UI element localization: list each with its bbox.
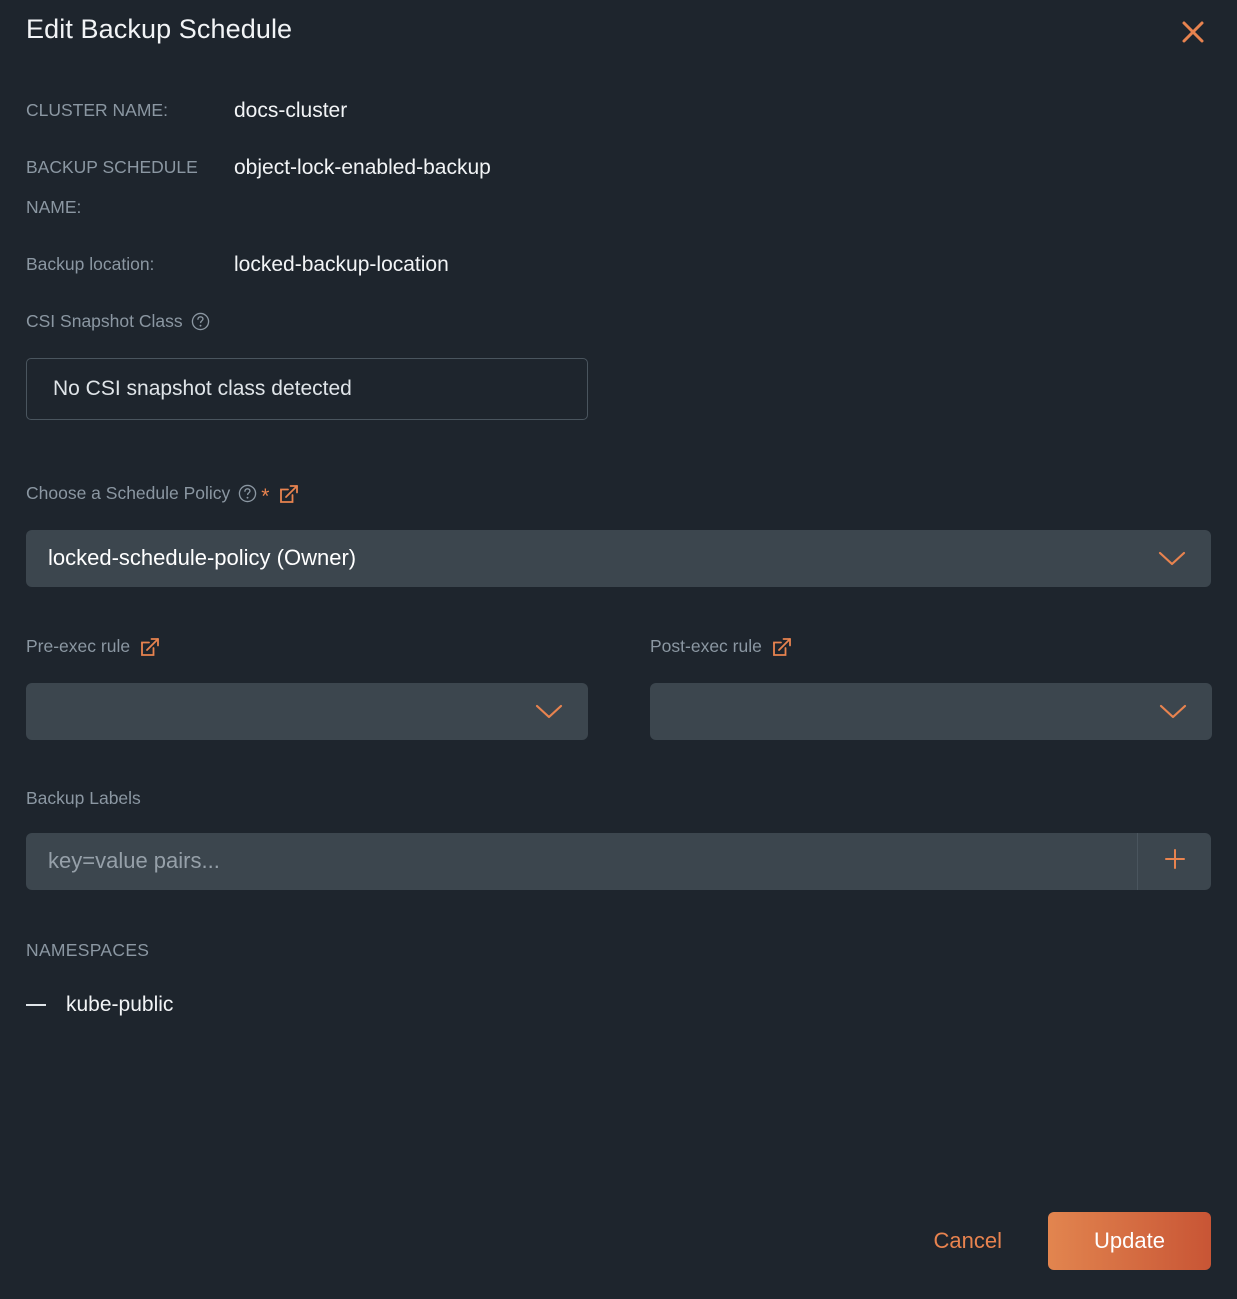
pre-exec-rule-label-text: Pre-exec rule [26, 636, 131, 656]
backup-labels-input[interactable] [26, 832, 1137, 890]
dialog-header: Edit Backup Schedule [26, 0, 1211, 49]
pre-exec-rule-select[interactable] [26, 682, 588, 740]
schedule-policy-select[interactable]: locked-schedule-policy (Owner) [26, 529, 1211, 587]
external-link-icon [277, 482, 301, 506]
schedule-name-label: BACKUP SCHEDULE NAME: [26, 157, 198, 217]
dialog-title: Edit Backup Schedule [26, 14, 293, 44]
schedule-policy-external-link-button[interactable] [277, 482, 301, 506]
backup-labels-input-wrapper [26, 832, 1211, 890]
list-item: kube-public [26, 993, 1211, 1017]
backup-location-row: Backup location: locked-backup-location [26, 245, 1211, 285]
plus-icon [1162, 846, 1188, 872]
backup-labels-label: Backup Labels [26, 788, 1211, 809]
exec-rules-row: Pre-exec rule Post-exec rule [26, 635, 1212, 740]
schedule-name-row: BACKUP SCHEDULE NAME: object-lock-enable… [26, 148, 1211, 227]
chevron-down-icon [532, 700, 566, 722]
cluster-name-value: docs-cluster [234, 99, 348, 122]
post-exec-rule-label: Post-exec rule [650, 635, 1212, 659]
schedule-policy-label-text: Choose a Schedule Policy [26, 483, 231, 503]
schedule-policy-label: Choose a Schedule Policy * [26, 482, 1211, 508]
help-circle-icon[interactable] [238, 484, 257, 503]
cancel-button[interactable]: Cancel [932, 1222, 1004, 1260]
edit-backup-schedule-dialog: Edit Backup Schedule CLUSTER NAME: docs-… [0, 0, 1237, 1299]
namespace-name: kube-public [66, 992, 174, 1016]
post-exec-rule-select[interactable] [650, 682, 1212, 740]
namespaces-section: NAMESPACES kube-public [26, 940, 1211, 1017]
cluster-name-row: CLUSTER NAME: docs-cluster [26, 91, 1211, 130]
summary-info: CLUSTER NAME: docs-cluster BACKUP SCHEDU… [26, 91, 1211, 285]
required-asterisk: * [261, 485, 270, 508]
external-link-icon [138, 635, 162, 659]
schedule-policy-section: Choose a Schedule Policy * locked-schedu… [26, 482, 1211, 587]
csi-snapshot-class-section: CSI Snapshot Class No CSI snapshot class… [26, 311, 1211, 420]
namespaces-title: NAMESPACES [26, 939, 150, 960]
schedule-policy-selected-value: locked-schedule-policy (Owner) [48, 545, 357, 570]
help-circle-icon[interactable] [191, 312, 210, 331]
close-icon [1180, 19, 1206, 45]
post-exec-external-link-button[interactable] [770, 635, 794, 659]
schedule-name-value: object-lock-enabled-backup [234, 156, 491, 179]
csi-snapshot-class-label-text: CSI Snapshot Class [26, 310, 183, 331]
dash-icon [26, 1003, 46, 1006]
chevron-down-icon [1155, 547, 1189, 569]
dialog-footer: Cancel Update [932, 1212, 1211, 1270]
csi-snapshot-class-value: No CSI snapshot class detected [26, 357, 588, 420]
backup-location-value: locked-backup-location [234, 253, 449, 276]
pre-exec-rule-group: Pre-exec rule [26, 635, 588, 740]
backup-labels-label-text: Backup Labels [26, 787, 141, 808]
cluster-name-label: CLUSTER NAME: [26, 100, 168, 120]
add-backup-label-button[interactable] [1137, 832, 1211, 890]
update-button[interactable]: Update [1048, 1212, 1211, 1270]
pre-exec-rule-label: Pre-exec rule [26, 635, 588, 659]
close-button[interactable] [1176, 15, 1210, 49]
pre-exec-external-link-button[interactable] [138, 635, 162, 659]
post-exec-rule-group: Post-exec rule [650, 635, 1212, 740]
post-exec-rule-label-text: Post-exec rule [650, 636, 762, 656]
external-link-icon [770, 635, 794, 659]
csi-snapshot-class-label: CSI Snapshot Class [26, 311, 1211, 332]
backup-labels-section: Backup Labels [26, 788, 1211, 890]
chevron-down-icon [1156, 700, 1190, 722]
backup-location-label: Backup location: [26, 254, 155, 274]
